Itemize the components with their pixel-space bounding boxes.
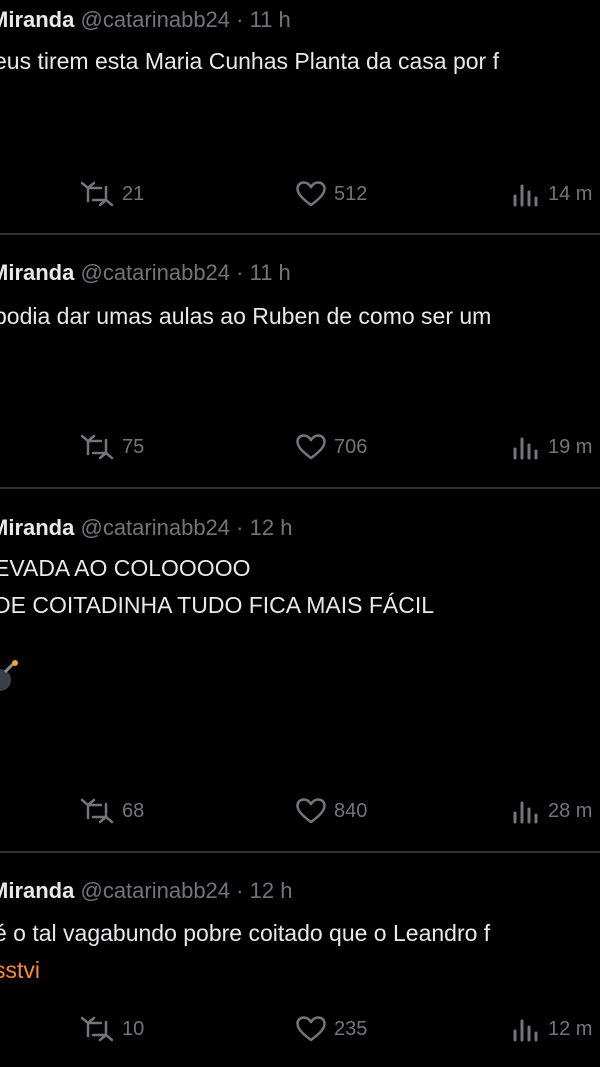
like-count: 512 bbox=[334, 182, 368, 205]
tweet-link[interactable]: sstvi bbox=[0, 954, 40, 986]
author-name[interactable]: Miranda bbox=[0, 260, 74, 285]
tweet-text-line: EVADA AO COLOOOOO bbox=[0, 555, 251, 581]
tweet[interactable]: Miranda @catarinabb24 · 12 h é o tal vag… bbox=[0, 853, 600, 1067]
like-button[interactable]: 235 bbox=[296, 1014, 367, 1044]
like-count: 840 bbox=[334, 799, 368, 822]
retweet-count: 68 bbox=[122, 799, 145, 822]
author-handle[interactable]: @catarinabb24 bbox=[80, 515, 230, 540]
tweet-text-line: podia dar umas aulas ao Ruben de como se… bbox=[0, 303, 492, 329]
separator-dot: · bbox=[236, 7, 244, 32]
views-count: 12 m bbox=[548, 1017, 593, 1040]
retweet-button[interactable]: 21 bbox=[80, 179, 144, 209]
tweet-header: Miranda @catarinabb24 · 12 h bbox=[0, 513, 292, 543]
retweet-count: 75 bbox=[122, 435, 145, 458]
author-name[interactable]: Miranda bbox=[0, 878, 74, 903]
retweet-icon bbox=[80, 1016, 114, 1042]
tweet[interactable]: Miranda @catarinabb24 · 11 h podia dar u… bbox=[0, 235, 600, 487]
tweet-text-line: DE COITADINHA TUDO FICA MAIS FÁCIL bbox=[0, 592, 435, 618]
like-count: 706 bbox=[334, 435, 368, 458]
views-icon bbox=[513, 437, 538, 460]
retweet-count: 21 bbox=[122, 182, 145, 205]
views-button[interactable]: 14 m bbox=[512, 179, 592, 209]
tweet-header: Miranda @catarinabb24 · 11 h bbox=[0, 5, 291, 35]
separator-dot: · bbox=[236, 260, 244, 285]
views-button[interactable]: 28 m bbox=[512, 796, 592, 826]
views-count: 14 m bbox=[548, 182, 593, 205]
author-name[interactable]: Miranda bbox=[0, 515, 74, 540]
tweet-feed: Miranda @catarinabb24 · 11 h eus tirem e… bbox=[0, 0, 600, 1067]
views-icon bbox=[513, 1019, 538, 1042]
heart-icon bbox=[296, 181, 326, 207]
views-icon bbox=[513, 184, 538, 207]
views-count: 19 m bbox=[548, 435, 593, 458]
heart-icon bbox=[296, 1016, 326, 1042]
timestamp[interactable]: 11 h bbox=[250, 260, 291, 285]
retweet-icon bbox=[80, 434, 114, 460]
timestamp[interactable]: 12 h bbox=[250, 878, 293, 903]
retweet-button[interactable]: 68 bbox=[80, 796, 144, 826]
retweet-icon bbox=[80, 181, 114, 207]
author-name[interactable]: Miranda bbox=[0, 7, 74, 32]
like-count: 235 bbox=[334, 1017, 368, 1040]
timestamp[interactable]: 12 h bbox=[250, 515, 293, 540]
views-button[interactable]: 19 m bbox=[512, 432, 592, 462]
author-handle[interactable]: @catarinabb24 bbox=[80, 878, 230, 903]
tweet-header: Miranda @catarinabb24 · 11 h bbox=[0, 258, 291, 288]
separator-dot: · bbox=[236, 878, 244, 903]
retweet-button[interactable]: 10 bbox=[80, 1014, 144, 1044]
views-icon bbox=[513, 801, 538, 824]
tweet[interactable]: Miranda @catarinabb24 · 12 h EVADA AO CO… bbox=[0, 489, 600, 851]
separator-dot: · bbox=[236, 515, 244, 540]
like-button[interactable]: 840 bbox=[296, 796, 367, 826]
like-button[interactable]: 512 bbox=[296, 179, 367, 209]
author-handle[interactable]: @catarinabb24 bbox=[80, 260, 230, 285]
timestamp[interactable]: 11 h bbox=[250, 7, 291, 32]
retweet-button[interactable]: 75 bbox=[80, 432, 144, 462]
views-count: 28 m bbox=[548, 799, 593, 822]
tweet-header: Miranda @catarinabb24 · 12 h bbox=[0, 876, 292, 906]
bomb-emoji bbox=[0, 660, 18, 691]
tweet-text-line: eus tirem esta Maria Cunhas Planta da ca… bbox=[0, 48, 499, 74]
like-button[interactable]: 706 bbox=[296, 432, 367, 462]
tweet[interactable]: Miranda @catarinabb24 · 11 h eus tirem e… bbox=[0, 0, 600, 234]
retweet-count: 10 bbox=[122, 1017, 145, 1040]
retweet-icon bbox=[80, 798, 114, 824]
author-handle[interactable]: @catarinabb24 bbox=[80, 7, 230, 32]
views-button[interactable]: 12 m bbox=[512, 1014, 592, 1044]
heart-icon bbox=[296, 798, 326, 824]
heart-icon bbox=[296, 434, 326, 460]
tweet-text-line: é o tal vagabundo pobre coitado que o Le… bbox=[0, 920, 491, 946]
